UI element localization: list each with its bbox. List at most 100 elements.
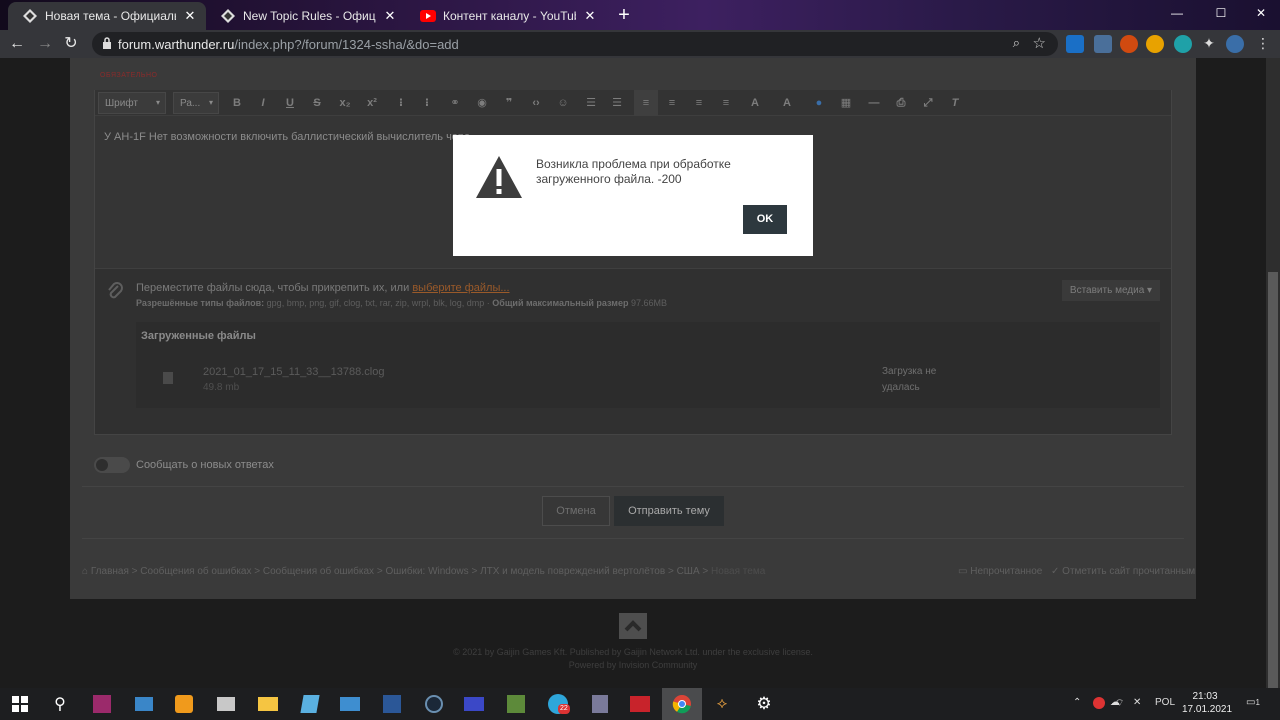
back-button[interactable]: ←	[6, 33, 28, 55]
network-pc-icon[interactable]	[132, 692, 156, 716]
chevron-up-icon	[624, 620, 642, 632]
extension-vpn-icon[interactable]	[1174, 35, 1192, 53]
table-icon[interactable]: ▦	[837, 94, 855, 112]
telegram-icon[interactable]: 22	[546, 692, 570, 716]
extensions-puzzle-icon[interactable]: ✦	[1200, 35, 1218, 53]
superscript-icon[interactable]: x²	[363, 94, 381, 112]
extension-new-icon[interactable]	[1066, 35, 1084, 53]
zoom-icon[interactable]: ⌕	[1013, 35, 1020, 51]
mark-read-link[interactable]: ✓ Отметить сайт прочитанным	[1051, 566, 1195, 577]
breadcrumb-item[interactable]: Сообщения об ошибках	[140, 566, 251, 577]
page-scrollbar[interactable]	[1266, 58, 1280, 688]
notification-badge: 1	[1255, 698, 1260, 707]
notify-toggle[interactable]	[94, 457, 130, 473]
search-icon[interactable]: ⚲	[48, 692, 72, 716]
emoji-icon[interactable]: ☺	[554, 94, 572, 112]
clear-icon[interactable]: ⁝	[418, 94, 436, 112]
chrome-icon[interactable]	[662, 688, 702, 720]
code-icon[interactable]: ‹›	[527, 94, 545, 112]
menu-kebab-icon[interactable]: ⋮	[1254, 35, 1272, 53]
mail-icon[interactable]	[338, 692, 362, 716]
back-to-top-button[interactable]	[619, 613, 647, 639]
breadcrumb-item[interactable]: Ошибки: Windows	[385, 566, 468, 577]
size-select[interactable]: Ра...	[173, 92, 219, 114]
reload-button[interactable]: ↻	[60, 33, 82, 55]
tab-new-topic[interactable]: Новая тема - Официальный фо ✕	[8, 2, 206, 30]
bold-icon[interactable]: B	[228, 94, 246, 112]
notes-icon[interactable]	[298, 692, 322, 716]
bullet-list-icon[interactable]: ☰	[582, 94, 600, 112]
breadcrumb-item[interactable]: Сообщения об ошибках	[263, 566, 374, 577]
horizontal-rule-icon[interactable]: —	[865, 94, 883, 112]
subscript-icon[interactable]: x₂	[336, 94, 354, 112]
volume-muted-icon[interactable]: ✕	[1133, 697, 1141, 708]
maximize-editor-icon[interactable]: ⤢	[919, 94, 937, 112]
preview-icon[interactable]: ⎙	[892, 94, 910, 112]
minecraft-icon[interactable]	[504, 692, 528, 716]
extension-snowflake-icon[interactable]	[1094, 35, 1112, 53]
spoiler-eye-icon[interactable]: ◉	[473, 94, 491, 112]
minimize-button[interactable]: —	[1154, 0, 1200, 28]
ok-button[interactable]: OK	[743, 205, 787, 234]
sublime-text-icon[interactable]	[172, 692, 196, 716]
link-icon[interactable]: ⚭	[446, 94, 464, 112]
red-app-icon[interactable]	[628, 692, 652, 716]
tab-youtube-studio[interactable]: Контент каналу - YouTube Studio ✕	[406, 2, 606, 30]
breadcrumb-item[interactable]: Главная	[91, 566, 129, 577]
submit-topic-button[interactable]: Отправить тему	[614, 496, 724, 526]
breadcrumb: ⌂ Главная > Сообщения об ошибках > Сообщ…	[82, 566, 766, 577]
tray-chevron-icon[interactable]: ⌃	[1073, 697, 1081, 708]
notification-center-icon[interactable]: ▭1	[1246, 697, 1260, 708]
remove-format-icon[interactable]: ⁝	[392, 94, 410, 112]
breadcrumb-item[interactable]: ЛТХ и модель повреждений вертолётов	[480, 566, 665, 577]
monitor-app-icon[interactable]	[462, 692, 486, 716]
extension-fire-icon[interactable]	[1120, 35, 1138, 53]
tab-new-topic-rules[interactable]: New Topic Rules - Официальный ✕	[206, 2, 406, 30]
extension-play-icon[interactable]	[1146, 35, 1164, 53]
numbered-list-icon[interactable]: ☰	[608, 94, 626, 112]
required-label: ОБЯЗАТЕЛЬНО	[100, 72, 158, 79]
forward-button[interactable]: →	[34, 33, 56, 55]
file-explorer-icon[interactable]	[256, 692, 280, 716]
game-app-icon[interactable]	[588, 692, 612, 716]
windows-start-icon[interactable]	[8, 692, 32, 716]
source-icon[interactable]: ●	[810, 94, 828, 112]
bookmark-star-icon[interactable]: ☆	[1033, 34, 1046, 52]
breadcrumb-item[interactable]: США	[677, 566, 700, 577]
align-center-icon[interactable]: ≡	[663, 94, 681, 112]
justify-icon[interactable]: ≡	[717, 94, 735, 112]
cancel-button[interactable]: Отмена	[542, 496, 610, 526]
quote-icon[interactable]: ❞	[500, 94, 518, 112]
font-select[interactable]: Шрифт	[98, 92, 166, 114]
align-right-icon[interactable]: ≡	[690, 94, 708, 112]
taskbar-clock[interactable]: 21:03 17.01.2021	[1182, 690, 1232, 716]
close-window-button[interactable]: ✕	[1238, 0, 1280, 28]
tab-close-icon[interactable]: ✕	[382, 8, 398, 24]
wifi-icon[interactable]: ⌔	[1115, 697, 1124, 710]
dev-app-icon[interactable]	[380, 692, 404, 716]
tray-app-icon[interactable]	[1093, 697, 1105, 709]
warthunder-launcher-icon[interactable]: ⟡	[710, 692, 734, 716]
tab-close-icon[interactable]: ✕	[582, 8, 598, 24]
steam-icon[interactable]	[422, 692, 446, 716]
unread-link[interactable]: ▭ Непрочитанное	[958, 566, 1042, 577]
tab-close-icon[interactable]: ✕	[182, 8, 198, 24]
winrar-icon[interactable]	[90, 692, 114, 716]
clear-formatting-icon[interactable]: T	[946, 94, 964, 112]
editor-body-text[interactable]: У АН-1F Нет возможности включить баллист…	[104, 131, 470, 143]
underline-icon[interactable]: U	[281, 94, 299, 112]
embed-media-button[interactable]: Вставить медиа ▾	[1062, 280, 1160, 301]
language-indicator[interactable]: POL	[1155, 697, 1175, 708]
new-tab-button[interactable]: +	[612, 4, 636, 28]
address-bar[interactable]: forum.warthunder.ru/index.php?/forum/132…	[92, 32, 1058, 56]
settings-gear-icon[interactable]: ⚙	[752, 692, 776, 716]
strikethrough-icon[interactable]: S	[308, 94, 326, 112]
italic-icon[interactable]: I	[254, 94, 272, 112]
align-left-icon[interactable]: ≡	[634, 90, 658, 116]
app-icon[interactable]	[214, 692, 238, 716]
check-icon: ✓	[1051, 566, 1060, 577]
choose-files-link[interactable]: выберите файлы...	[412, 282, 509, 294]
background-color-icon[interactable]: A	[778, 94, 796, 112]
text-color-icon[interactable]: A	[746, 94, 764, 112]
profile-avatar[interactable]	[1226, 35, 1244, 53]
